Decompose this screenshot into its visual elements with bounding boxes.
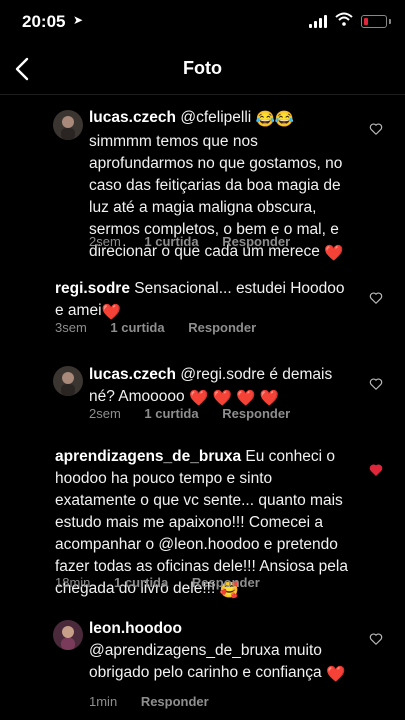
reply-button[interactable]: Responder: [222, 406, 290, 421]
comment-likes-link[interactable]: 1 curtida: [144, 234, 198, 249]
comment-time: 2sem: [89, 234, 121, 249]
battery-icon: [361, 15, 391, 28]
comment-time: 2sem: [89, 406, 121, 421]
status-bar: 20:05 ➤: [0, 0, 405, 44]
comment-meta: 2sem 1 curtida Responder: [89, 406, 310, 421]
comment-mention[interactable]: @aprendizagens_de_bruxa: [89, 642, 280, 659]
reply-button[interactable]: Responder: [222, 234, 290, 249]
comment-username[interactable]: lucas.czech: [89, 109, 176, 126]
nav-bar: Foto: [0, 44, 405, 95]
comment-meta: 3sem 1 curtida Responder: [55, 320, 276, 335]
avatar-lucas-czech[interactable]: [53, 110, 83, 140]
comment-meta: 1min Responder: [89, 694, 229, 709]
heart-emoji: ❤️: [324, 245, 344, 262]
like-heart-icon[interactable]: [369, 291, 383, 305]
cellular-signal-icon: [309, 14, 327, 28]
comment-mention[interactable]: @cfelipelli: [180, 109, 251, 126]
reply-button[interactable]: Responder: [188, 320, 256, 335]
comment-likes-link[interactable]: 1 curtida: [144, 406, 198, 421]
like-heart-icon[interactable]: [369, 122, 383, 136]
comment-mention[interactable]: @regi.sodre: [180, 366, 265, 383]
comment-username[interactable]: leon.hoodoo: [89, 620, 182, 637]
comment-username[interactable]: aprendizagens_de_bruxa: [55, 448, 241, 465]
laughing-emoji: 😂😂: [255, 111, 295, 128]
comment-username[interactable]: regi.sodre: [55, 280, 130, 297]
comment-likes-link[interactable]: 1 curtida: [110, 320, 164, 335]
comment-meta: 2sem 1 curtida Responder: [89, 234, 310, 249]
comment-likes-link[interactable]: 1 curtida: [114, 575, 168, 590]
reply-button[interactable]: Responder: [192, 575, 260, 590]
avatar-leon-hoodoo[interactable]: [53, 620, 83, 650]
like-heart-icon[interactable]: [369, 377, 383, 391]
comment-time: 18min: [55, 575, 91, 590]
comment-time: 3sem: [55, 320, 87, 335]
comment-meta: 18min 1 curtida Responder: [55, 575, 280, 590]
comment-username[interactable]: lucas.czech: [89, 366, 176, 383]
avatar-lucas-czech[interactable]: [53, 366, 83, 396]
page-title: Foto: [183, 58, 222, 78]
location-arrow-icon: ➤: [73, 13, 84, 27]
comment-time: 1min: [89, 694, 118, 709]
reply-button[interactable]: Responder: [141, 694, 209, 709]
like-heart-icon[interactable]: [369, 632, 383, 646]
status-time: 20:05: [22, 12, 66, 31]
wifi-icon: [335, 12, 353, 26]
heart-emoji: ❤️: [325, 666, 346, 683]
like-heart-icon-active[interactable]: [369, 463, 383, 477]
